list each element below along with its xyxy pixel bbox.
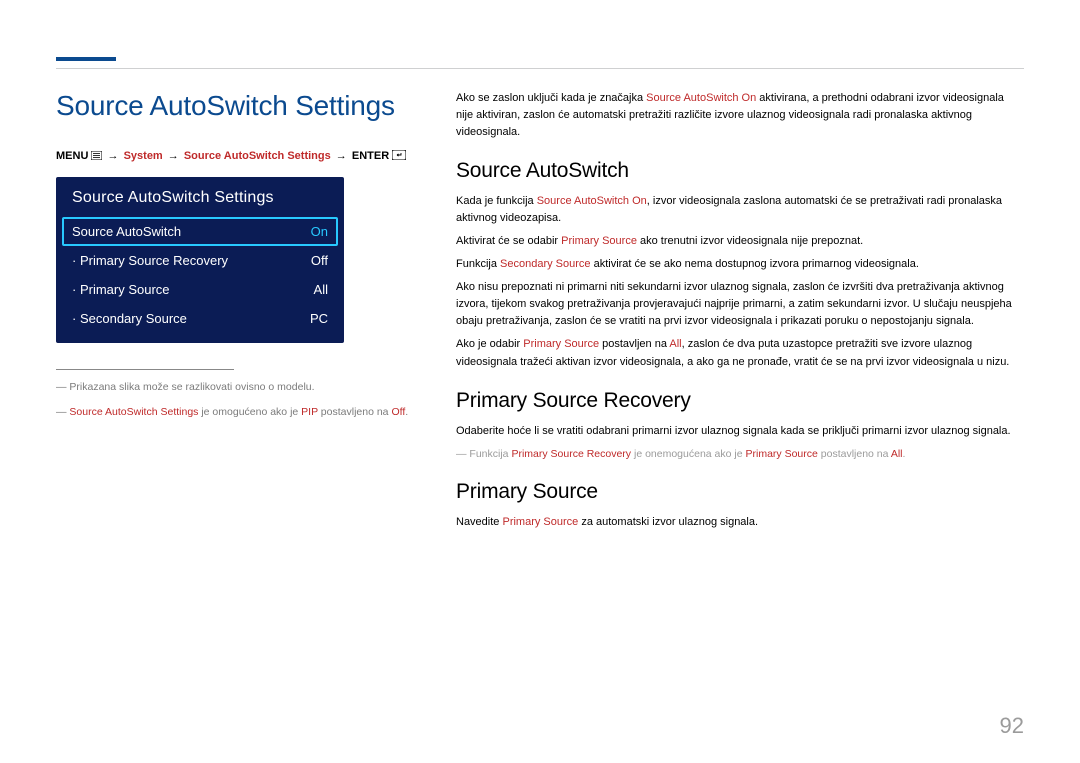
footnote-hl: Off xyxy=(391,406,405,418)
footnote: Source AutoSwitch Settings je omogućeno … xyxy=(56,404,426,420)
osd-row-secondary-source[interactable]: Secondary Source PC xyxy=(56,304,344,333)
section-heading-primary-source: Primary Source xyxy=(456,480,1024,504)
page-title: Source AutoSwitch Settings xyxy=(56,90,426,122)
osd-row-value: All xyxy=(314,282,328,297)
body-paragraph: Odaberite hoće li se vratiti odabrani pr… xyxy=(456,423,1024,440)
footnote-hl: Source AutoSwitch Settings xyxy=(69,406,198,418)
breadcrumb-menu: MENU xyxy=(56,150,88,162)
body-hl: Primary Source xyxy=(502,516,578,528)
body-text: Kada je funkcija xyxy=(456,195,537,207)
left-column: Source AutoSwitch Settings MENU → System… xyxy=(56,90,426,537)
osd-title: Source AutoSwitch Settings xyxy=(56,177,344,217)
subnote-text: . xyxy=(903,448,906,460)
breadcrumb-settings: Source AutoSwitch Settings xyxy=(184,150,331,162)
breadcrumb: MENU → System → Source AutoSwitch Settin… xyxy=(56,150,426,163)
page-content: Source AutoSwitch Settings MENU → System… xyxy=(56,90,1024,537)
body-hl: Primary Source xyxy=(523,338,599,350)
section-heading-primary-source-recovery: Primary Source Recovery xyxy=(456,389,1024,413)
osd-row-source-autoswitch[interactable]: Source AutoSwitch On xyxy=(62,217,338,246)
header-divider xyxy=(56,68,1024,69)
enter-icon xyxy=(392,150,406,163)
body-text: Funkcija xyxy=(456,258,500,270)
arrow-icon: → xyxy=(108,150,119,162)
arrow-icon: → xyxy=(336,150,347,162)
footnote-hl: PIP xyxy=(301,406,318,418)
breadcrumb-system: System xyxy=(124,150,163,162)
body-hl: Primary Source xyxy=(561,235,637,247)
footnote: Prikazana slika može se razlikovati ovis… xyxy=(56,379,426,395)
osd-row-value: Off xyxy=(311,253,328,268)
osd-row-value: On xyxy=(311,224,328,239)
body-hl: Source AutoSwitch On xyxy=(537,195,647,207)
body-text: aktivirat će se ako nema dostupnog izvor… xyxy=(591,258,919,270)
body-text: Ako je odabir xyxy=(456,338,523,350)
body-paragraph: Ako je odabir Primary Source postavljen … xyxy=(456,336,1024,370)
footnotes: Prikazana slika može se razlikovati ovis… xyxy=(56,369,426,421)
osd-row-value: PC xyxy=(310,311,328,326)
header-tab-marker xyxy=(56,57,116,61)
osd-row-primary-source[interactable]: Primary Source All xyxy=(56,275,344,304)
subnote: Funkcija Primary Source Recovery je onem… xyxy=(456,446,1024,462)
section-heading-source-autoswitch: Source AutoSwitch xyxy=(456,159,1024,183)
body-paragraph: Funkcija Secondary Source aktivirat će s… xyxy=(456,256,1024,273)
body-hl: Secondary Source xyxy=(500,258,591,270)
body-paragraph: Ako nisu prepoznati ni primarni niti sek… xyxy=(456,279,1024,330)
osd-row-label: Source AutoSwitch xyxy=(72,224,181,239)
subnote-hl: All xyxy=(891,448,903,460)
subnote-hl: Primary Source xyxy=(745,448,817,460)
osd-row-label: Primary Source xyxy=(72,282,170,297)
footnote-text: . xyxy=(405,406,408,418)
breadcrumb-enter: ENTER xyxy=(352,150,389,162)
body-hl: Source AutoSwitch On xyxy=(646,92,756,104)
right-column: Ako se zaslon uključi kada je značajka S… xyxy=(456,90,1024,537)
subnote-hl: Primary Source Recovery xyxy=(511,448,631,460)
body-text: Aktivirat će se odabir xyxy=(456,235,561,247)
footnote-text: postavljeno na xyxy=(318,406,392,418)
page-number: 92 xyxy=(1000,713,1024,739)
subnote-text: postavljeno na xyxy=(818,448,891,460)
body-text: Navedite xyxy=(456,516,502,528)
subnote-text: je onemogućena ako je xyxy=(631,448,745,460)
osd-panel: Source AutoSwitch Settings Source AutoSw… xyxy=(56,177,344,343)
body-text: Ako se zaslon uključi kada je značajka xyxy=(456,92,646,104)
osd-row-label: Primary Source Recovery xyxy=(72,253,228,268)
body-text: postavljen na xyxy=(599,338,669,350)
body-paragraph: Navedite Primary Source za automatski iz… xyxy=(456,514,1024,531)
osd-row-primary-source-recovery[interactable]: Primary Source Recovery Off xyxy=(56,246,344,275)
menu-icon xyxy=(91,151,102,163)
body-hl: All xyxy=(669,338,681,350)
body-text: ako trenutni izvor videosignala nije pre… xyxy=(637,235,863,247)
body-paragraph: Kada je funkcija Source AutoSwitch On, i… xyxy=(456,193,1024,227)
intro-paragraph: Ako se zaslon uključi kada je značajka S… xyxy=(456,90,1024,141)
subnote-text: Funkcija xyxy=(469,448,511,460)
osd-row-label: Secondary Source xyxy=(72,311,187,326)
footnote-rule xyxy=(56,369,234,370)
footnote-text: je omogućeno ako je xyxy=(198,406,301,418)
body-paragraph: Aktivirat će se odabir Primary Source ak… xyxy=(456,233,1024,250)
body-text: za automatski izvor ulaznog signala. xyxy=(578,516,758,528)
arrow-icon: → xyxy=(168,150,179,162)
